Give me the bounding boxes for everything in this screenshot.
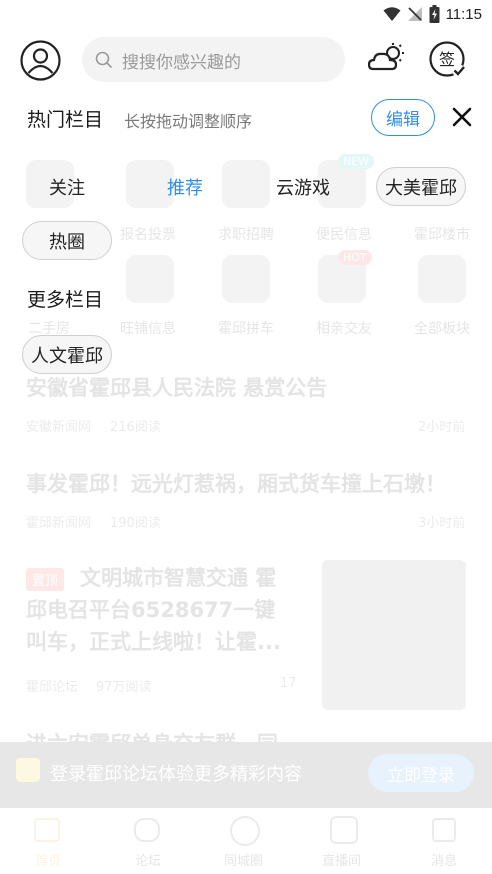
battery-charging-icon	[429, 5, 440, 23]
user-avatar-icon[interactable]	[20, 40, 61, 81]
article-source: 霍邱论坛	[26, 680, 79, 695]
no-signal-icon	[407, 7, 422, 21]
article-title-line: 邱电召平台6528677一键	[26, 598, 276, 622]
hot-channels-title: 热门栏目	[27, 109, 104, 131]
checkin-label: 签	[439, 50, 455, 69]
cloud-sun-icon[interactable]	[367, 42, 406, 74]
login-banner: 登录霍邱论坛体验更多精彩内容 立即登录	[0, 742, 492, 808]
more-channels-title: 更多栏目	[27, 289, 104, 311]
search-icon	[95, 51, 113, 69]
article-comments: 17	[280, 676, 297, 691]
article-time: 2小时前	[418, 420, 466, 435]
article-title-line: 叫车，正式上线啦！让霍...	[26, 630, 281, 654]
tab-label: 直播间	[322, 854, 362, 869]
channel-panel-header: 热门栏目 长按拖动调整顺序 编辑	[0, 92, 492, 146]
article-title: 进六安霍邱单身交友群，同	[26, 732, 278, 756]
login-banner-button: 立即登录	[368, 754, 474, 792]
channel-panel: 热门栏目 长按拖动调整顺序 编辑 关注 推荐 云游戏 大美霍邱 热圈 更多栏目 …	[0, 92, 492, 382]
message-tab-icon	[432, 818, 456, 842]
article-views: 216阅读	[110, 420, 161, 435]
tab-label: 同城圈	[224, 854, 264, 869]
close-icon[interactable]	[450, 105, 474, 129]
article-time: 3小时前	[418, 516, 466, 531]
channel-chip-damei-huoqiu[interactable]: 大美霍邱	[376, 167, 466, 206]
status-bar: 11:15	[0, 0, 492, 28]
tab-label: 首页	[35, 854, 62, 869]
drag-hint: 长按拖动调整顺序	[124, 112, 253, 131]
status-icons: 11:15	[383, 4, 482, 24]
article-source: 霍邱新闻网	[26, 516, 92, 531]
forum-tab-icon	[134, 818, 160, 842]
status-time: 11:15	[445, 5, 482, 23]
top-header: 搜搜你感兴趣的 签	[0, 28, 492, 92]
article-tag: 置顶	[26, 568, 65, 591]
search-input[interactable]: 搜搜你感兴趣的	[82, 37, 345, 82]
search-placeholder: 搜搜你感兴趣的	[122, 53, 241, 73]
circle-tab-icon	[230, 816, 260, 846]
login-banner-text: 登录霍邱论坛体验更多精彩内容	[50, 764, 302, 785]
channel-chip-cloud-game[interactable]: 云游戏	[258, 167, 348, 206]
sign-in-icon[interactable]: 签	[428, 40, 468, 80]
edit-button[interactable]: 编辑	[371, 99, 435, 136]
tab-label: 论坛	[135, 854, 162, 869]
wifi-icon	[383, 7, 401, 21]
live-tab-icon	[330, 816, 358, 844]
article-source: 安徽新闻网	[26, 420, 92, 435]
article-thumbnail	[322, 560, 466, 710]
login-banner-icon	[16, 758, 40, 782]
channel-chip-hot-circle[interactable]: 热圈	[22, 221, 112, 260]
channel-chip-recommend[interactable]: 推荐	[143, 167, 227, 206]
bottom-tab-bar: 首页 论坛 同城圈 直播间 消息	[0, 808, 492, 874]
home-tab-icon	[34, 818, 60, 842]
tab-label: 消息	[431, 854, 458, 869]
article-title-line: 文明城市智慧交通 霍	[80, 566, 277, 590]
article-title: 事发霍邱！远光灯惹祸，厢式货车撞上石墩！	[26, 472, 446, 496]
article-views: 190阅读	[110, 516, 161, 531]
article-views: 97万阅读	[96, 680, 152, 695]
channel-chip-renwen-huoqiu[interactable]: 人文霍邱	[22, 335, 112, 374]
channel-chip-follow[interactable]: 关注	[25, 167, 109, 206]
